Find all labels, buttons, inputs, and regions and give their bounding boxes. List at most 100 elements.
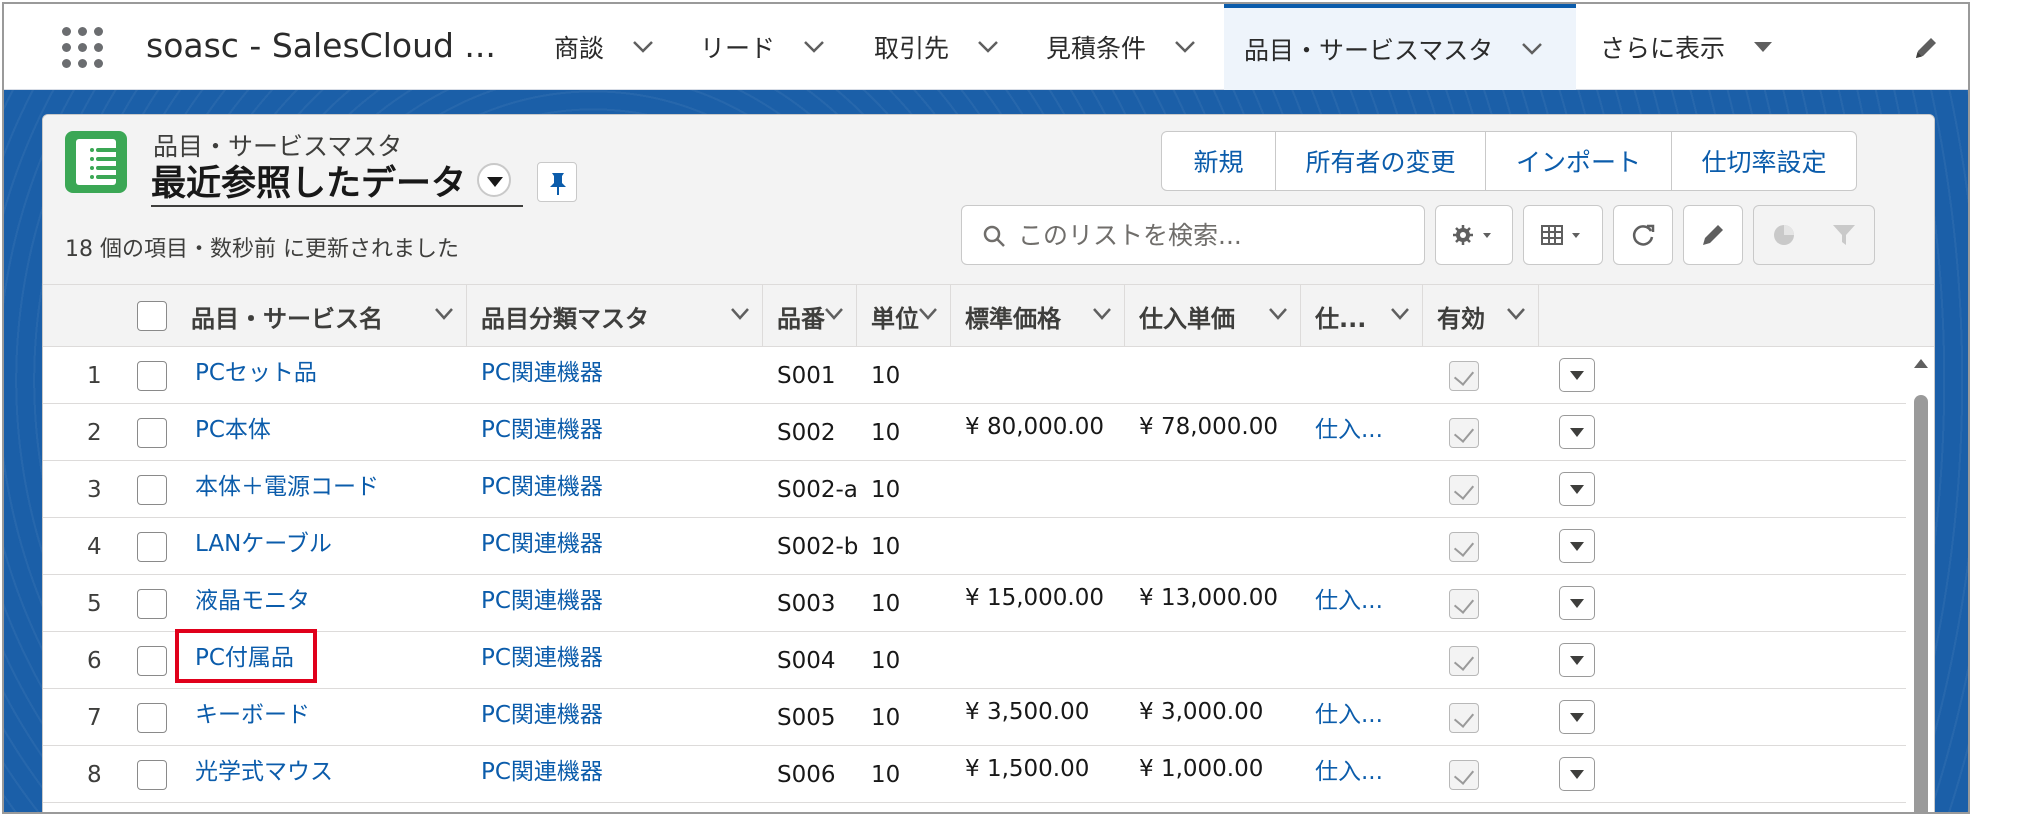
row-checkbox[interactable]	[137, 475, 167, 505]
new-button[interactable]: 新規	[1162, 132, 1276, 190]
scroll-up-icon[interactable]	[1914, 359, 1928, 368]
extra-link[interactable]: 仕入...	[1315, 398, 1383, 455]
table-row[interactable]: 7 キーボード PC関連機器 S005 10 ¥ 3,500.00 ¥ 3,00…	[43, 689, 1906, 746]
table-row[interactable]: 5 液晶モニタ PC関連機器 S003 10 ¥ 15,000.00 ¥ 13,…	[43, 575, 1906, 632]
chevron-down-icon[interactable]	[1268, 307, 1288, 321]
category-link[interactable]: PC関連機器	[481, 740, 603, 797]
row-actions-button[interactable]	[1559, 472, 1595, 506]
column-header-price[interactable]: 標準価格	[951, 285, 1125, 347]
tab-deals[interactable]: 商談	[534, 4, 654, 90]
chevron-down-icon[interactable]	[434, 307, 454, 321]
product-name-link[interactable]: 液晶モニタ	[195, 569, 310, 626]
refresh-icon	[1632, 224, 1655, 246]
row-checkbox[interactable]	[137, 418, 167, 448]
column-header-extra[interactable]: 仕...	[1301, 285, 1423, 347]
tab-product-master[interactable]: 品目・サービスマスタ	[1224, 4, 1576, 90]
table-row[interactable]: 4 LANケーブル PC関連機器 S002-b 10	[43, 518, 1906, 575]
filter-icon[interactable]	[1831, 222, 1857, 248]
list-view-title[interactable]: 最近参照したデータ	[151, 155, 466, 206]
row-checkbox[interactable]	[137, 589, 167, 619]
import-button[interactable]: インポート	[1486, 132, 1672, 190]
column-header-cost[interactable]: 仕入単価	[1125, 285, 1301, 347]
table-row[interactable]: 8 光学式マウス PC関連機器 S006 10 ¥ 1,500.00 ¥ 1,0…	[43, 746, 1906, 803]
category-link[interactable]: PC関連機器	[481, 626, 603, 683]
row-actions-button[interactable]	[1559, 529, 1595, 563]
product-name-link[interactable]: PC本体	[195, 398, 271, 455]
row-actions-button[interactable]	[1559, 700, 1595, 734]
column-header-category[interactable]: 品目分類マスタ	[467, 285, 763, 347]
category-link[interactable]: PC関連機器	[481, 569, 603, 626]
row-actions-button[interactable]	[1559, 415, 1595, 449]
list-settings-button[interactable]	[1435, 205, 1513, 265]
column-header-unit[interactable]: 単位	[857, 285, 951, 347]
chart-icon[interactable]	[1771, 222, 1797, 248]
chevron-down-icon[interactable]	[1506, 307, 1526, 321]
refresh-button[interactable]	[1613, 205, 1673, 265]
search-input[interactable]	[1018, 214, 1408, 256]
product-name-link[interactable]: 本体＋電源コード	[195, 455, 379, 512]
pin-button[interactable]	[537, 162, 577, 202]
category-link[interactable]: PC関連機器	[481, 683, 603, 740]
list-view-switcher-button[interactable]	[477, 163, 511, 197]
category-link[interactable]: PC関連機器	[481, 398, 603, 455]
row-checkbox[interactable]	[137, 361, 167, 391]
active-checkbox	[1449, 418, 1479, 448]
row-actions-button[interactable]	[1559, 757, 1595, 791]
row-actions-button[interactable]	[1559, 586, 1595, 620]
tab-label: リード	[700, 34, 776, 63]
scroll-thumb[interactable]	[1914, 395, 1928, 812]
chart-filter-buttons[interactable]	[1753, 205, 1875, 265]
chevron-down-icon[interactable]	[1174, 40, 1196, 54]
column-header-name[interactable]: 品目・サービス名	[177, 285, 467, 347]
inline-edit-button[interactable]	[1683, 205, 1743, 265]
category-link[interactable]: PC関連機器	[481, 455, 603, 512]
chevron-down-icon[interactable]	[632, 40, 654, 54]
select-all-checkbox[interactable]	[137, 301, 167, 331]
app-launcher-icon[interactable]	[62, 27, 104, 69]
row-checkbox[interactable]	[137, 760, 167, 790]
chevron-down-icon[interactable]	[918, 307, 938, 321]
chevron-down-icon[interactable]	[1390, 307, 1410, 321]
table-row[interactable]: 3 本体＋電源コード PC関連機器 S002-a 10	[43, 461, 1906, 518]
row-number: 4	[87, 533, 102, 560]
product-name-link[interactable]: キーボード	[195, 683, 310, 740]
rate-settings-button[interactable]: 仕切率設定	[1672, 132, 1856, 190]
chevron-down-icon[interactable]	[824, 307, 844, 321]
chevron-down-icon[interactable]	[1521, 42, 1543, 56]
product-code: S002-b	[777, 533, 859, 560]
category-link[interactable]: PC関連機器	[481, 341, 603, 398]
chevron-down-icon[interactable]	[977, 40, 999, 54]
extra-link[interactable]: 仕入...	[1315, 569, 1383, 626]
table-row[interactable]: 1 PCセット品 PC関連機器 S001 10	[43, 347, 1906, 404]
tab-quote-terms[interactable]: 見積条件	[1026, 4, 1196, 90]
row-checkbox[interactable]	[137, 532, 167, 562]
product-name-link[interactable]: LANケーブル	[195, 512, 332, 569]
category-link[interactable]: PC関連機器	[481, 512, 603, 569]
caret-down-icon[interactable]	[1753, 41, 1773, 53]
table-row[interactable]: 6 PC付属品 PC関連機器 S004 10	[43, 629, 1906, 689]
tab-accounts[interactable]: 取引先	[854, 4, 999, 90]
table-row[interactable]: 2 PC本体 PC関連機器 S002 10 ¥ 80,000.00 ¥ 78,0…	[43, 404, 1906, 461]
row-checkbox[interactable]	[137, 703, 167, 733]
list-search[interactable]	[961, 205, 1425, 265]
extra-link[interactable]: 仕入...	[1315, 740, 1383, 797]
column-header-active[interactable]: 有効	[1423, 285, 1539, 347]
display-as-button[interactable]	[1523, 205, 1603, 265]
tab-more[interactable]: さらに表示	[1580, 4, 1773, 90]
tab-label: 品目・サービスマスタ	[1244, 36, 1494, 65]
row-actions-button[interactable]	[1559, 358, 1595, 392]
chevron-down-icon[interactable]	[1092, 307, 1112, 321]
chevron-down-icon[interactable]	[730, 307, 750, 321]
extra-link[interactable]: 仕入...	[1315, 683, 1383, 740]
product-name-link[interactable]: PCセット品	[195, 341, 317, 398]
chevron-down-icon[interactable]	[803, 40, 825, 54]
row-actions-button[interactable]	[1559, 643, 1595, 677]
pencil-icon[interactable]	[1912, 34, 1940, 62]
tab-leads[interactable]: リード	[680, 4, 825, 90]
row-checkbox[interactable]	[137, 646, 167, 676]
table-scrollbar[interactable]	[1910, 347, 1932, 812]
column-header-code[interactable]: 品番	[763, 285, 857, 347]
row-number: 7	[87, 704, 102, 731]
change-owner-button[interactable]: 所有者の変更	[1276, 132, 1486, 190]
product-name-link[interactable]: 光学式マウス	[195, 740, 333, 797]
